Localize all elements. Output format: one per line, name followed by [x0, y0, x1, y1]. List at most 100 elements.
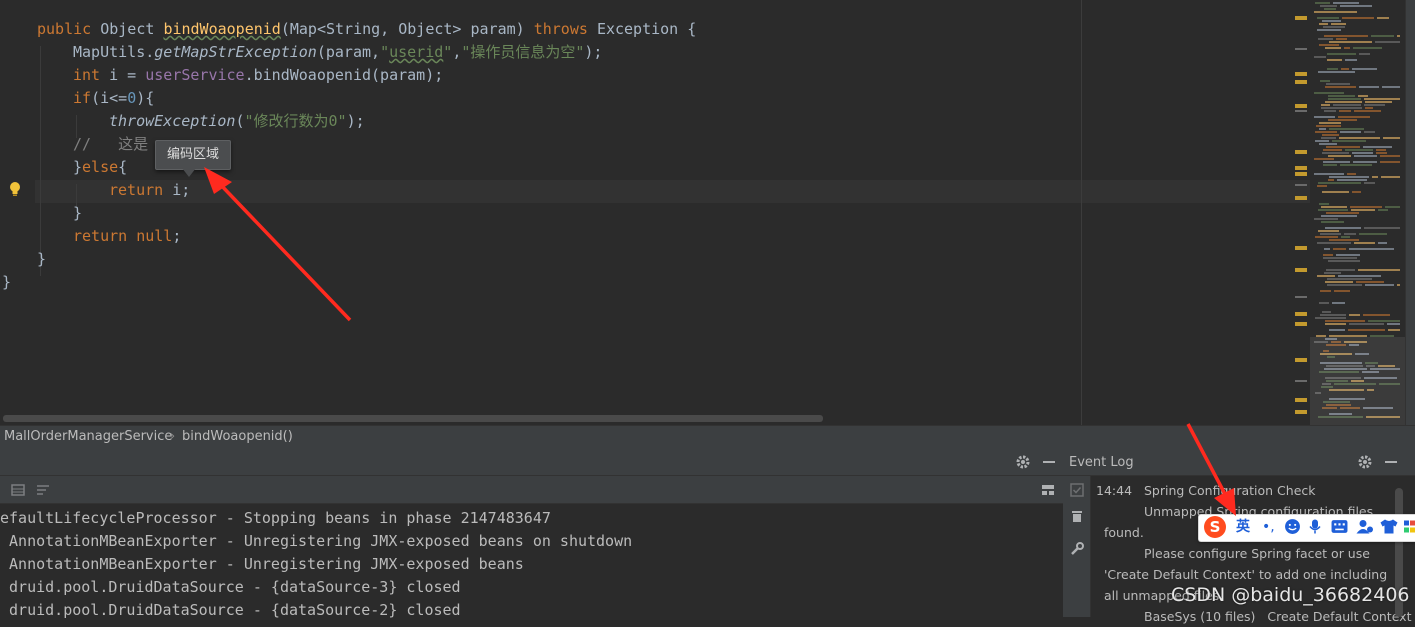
mark-read-icon[interactable] [1069, 482, 1085, 498]
lightbulb-icon[interactable] [8, 180, 22, 200]
code-line: return null; [73, 225, 181, 248]
error-stripe[interactable] [1291, 0, 1310, 425]
warning-marker[interactable] [1295, 246, 1307, 250]
minimap-line [1321, 137, 1336, 139]
minimap-line [1323, 254, 1333, 256]
minimap-viewport[interactable] [1310, 337, 1405, 425]
minimap-line [1326, 83, 1350, 85]
watermark: CSDN @baidu_36682406 [1171, 584, 1410, 606]
minimap-line [1351, 209, 1375, 211]
minimap-line [1336, 38, 1347, 40]
warning-marker[interactable] [1295, 150, 1307, 154]
gear-icon[interactable] [1015, 454, 1031, 470]
warning-marker[interactable] [1295, 398, 1307, 402]
minimap-line [1321, 104, 1330, 106]
code-line: } [73, 202, 82, 225]
minimap-line [1325, 281, 1353, 283]
sogou-logo-icon[interactable]: S [1202, 515, 1228, 539]
console-line: druid.pool.DruidDataSource - {dataSource… [0, 601, 461, 619]
gear-icon[interactable] [1357, 454, 1373, 470]
ime-punctuation-toggle[interactable]: •, [1262, 517, 1275, 537]
minimize-icon[interactable] [1041, 454, 1057, 470]
wrap-lines-icon[interactable] [35, 482, 51, 498]
warning-marker[interactable] [1295, 312, 1307, 316]
code-token: ){ [136, 89, 155, 107]
minimap-line [1323, 161, 1350, 163]
minimap-line [1317, 275, 1335, 277]
minimap-line [1318, 230, 1339, 232]
warning-marker[interactable] [1295, 104, 1307, 108]
event-title: Spring Configuration Check [1144, 483, 1316, 498]
minimap-line [1326, 146, 1360, 148]
warning-marker[interactable] [1295, 268, 1307, 272]
code-line: public Object bindWoaopenid(Map<String, … [37, 18, 696, 41]
right-tool-window-strip[interactable] [1405, 0, 1415, 425]
code-token: MapUtils. [73, 43, 155, 61]
minimap-line [1323, 164, 1337, 166]
breadcrumb-method[interactable]: bindWoaopenid() [182, 425, 293, 449]
minimap-line [1356, 281, 1384, 283]
minimap-line [1344, 233, 1356, 235]
warning-marker[interactable] [1295, 358, 1307, 362]
code-token: return [109, 181, 173, 199]
minimize-icon[interactable] [1383, 454, 1399, 470]
code-token: else [82, 158, 119, 176]
minimap-line [1364, 182, 1375, 184]
breadcrumb-class[interactable]: MallOrderManagerService [4, 425, 172, 449]
minimap-line [1345, 149, 1373, 151]
minimap-line [1314, 116, 1335, 118]
warning-marker[interactable] [1295, 380, 1307, 382]
minimap-line [1333, 104, 1361, 106]
minimap-line [1359, 53, 1370, 55]
trash-icon[interactable] [1069, 508, 1085, 524]
minimap-line [1380, 161, 1400, 163]
warning-marker[interactable] [1295, 110, 1307, 112]
console-line: AnnotationMBeanExporter - Unregistering … [0, 555, 524, 573]
horizontal-scrollbar-thumb[interactable] [3, 415, 823, 422]
code-token: (param, [316, 43, 381, 61]
minimap-line [1364, 131, 1375, 133]
warning-marker[interactable] [1295, 410, 1307, 414]
minimap-line [1318, 182, 1361, 184]
toolbox-grid-icon[interactable] [1404, 518, 1415, 535]
layout-icon[interactable] [1040, 482, 1056, 498]
print-icon[interactable] [10, 482, 26, 498]
warning-marker[interactable] [1295, 184, 1307, 186]
code-token: "操作员信息为空" [461, 43, 585, 61]
warning-marker[interactable] [1295, 72, 1307, 76]
minimap-line [1315, 317, 1346, 319]
minimap-line [1376, 152, 1387, 154]
minimap-line [1319, 302, 1329, 304]
microphone-icon[interactable] [1307, 518, 1323, 535]
code-token: userService [145, 66, 245, 84]
minimap-line [1350, 206, 1382, 208]
minimap-line [1319, 143, 1337, 145]
warning-marker[interactable] [1295, 172, 1307, 176]
user-profile-icon[interactable] [1356, 518, 1374, 535]
ime-language-toggle[interactable]: 英 [1236, 517, 1250, 537]
code-editor[interactable]: public Object bindWoaopenid(Map<String, … [0, 0, 1310, 425]
minimap-line [1381, 176, 1400, 178]
minimap-line [1383, 137, 1400, 139]
code-token: // 这是 [73, 135, 149, 153]
warning-marker[interactable] [1295, 80, 1307, 84]
minimap-line [1321, 206, 1347, 208]
emoji-icon[interactable] [1284, 518, 1301, 535]
current-line-highlight [35, 180, 1310, 203]
warning-marker[interactable] [1295, 48, 1307, 50]
minimap-line [1329, 176, 1369, 178]
minimap-line [1342, 17, 1374, 19]
minimap-line [1318, 71, 1355, 73]
code-line: throwException("修改行数为0"); [109, 110, 365, 133]
warning-marker[interactable] [1295, 16, 1307, 20]
code-line: int i = userService.bindWoaopenid(param)… [73, 64, 443, 87]
warning-marker[interactable] [1295, 166, 1307, 170]
keyboard-icon[interactable] [1331, 519, 1348, 534]
skin-shirt-icon[interactable] [1380, 518, 1398, 535]
wrench-icon[interactable] [1069, 541, 1085, 557]
minimap-line [1354, 242, 1375, 244]
warning-marker[interactable] [1295, 296, 1307, 298]
minimap-line [1317, 17, 1339, 19]
warning-marker[interactable] [1295, 322, 1307, 326]
warning-marker[interactable] [1295, 196, 1307, 200]
